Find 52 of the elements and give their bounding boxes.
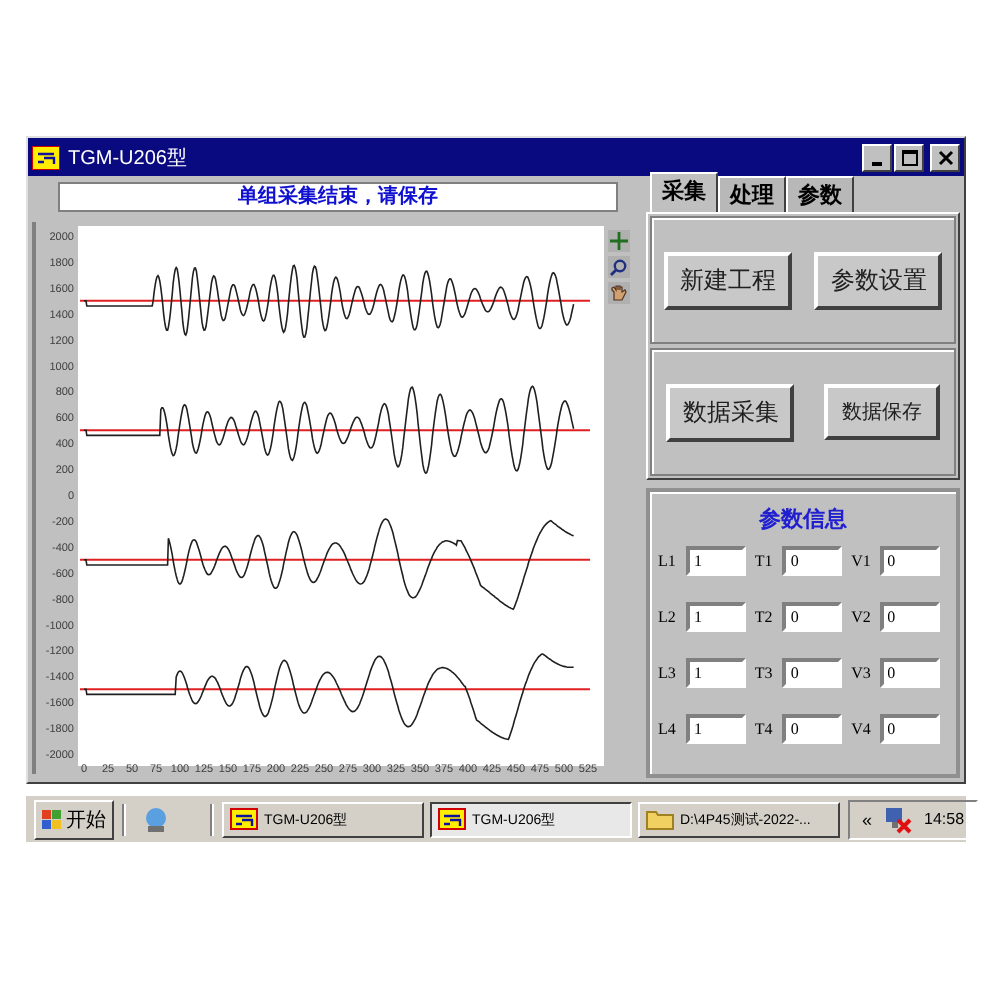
value-field[interactable]: 1 xyxy=(686,714,746,744)
tab[interactable]: 参数 xyxy=(786,176,854,212)
value-field[interactable]: 0 xyxy=(782,658,843,688)
value-field[interactable]: 1 xyxy=(686,602,746,632)
windows-logo-icon xyxy=(42,809,62,829)
field-label: L4 xyxy=(658,720,678,738)
tray-expand-button[interactable]: « xyxy=(862,809,873,829)
close-button[interactable] xyxy=(930,143,960,171)
field-label: T4 xyxy=(754,720,775,738)
maximize-button[interactable] xyxy=(894,143,924,171)
field-label: L1 xyxy=(658,552,678,570)
value-field[interactable]: 0 xyxy=(782,546,843,576)
value-field[interactable]: 0 xyxy=(782,714,843,744)
field-label: V2 xyxy=(851,608,873,626)
app-icon xyxy=(32,145,60,169)
action-button[interactable]: 新建工程 xyxy=(663,251,792,309)
action-button[interactable]: 参数设置 xyxy=(814,251,943,309)
close-icon xyxy=(937,149,953,165)
tab[interactable]: 采集 xyxy=(650,172,718,212)
field-label: L2 xyxy=(658,608,678,626)
action-button[interactable]: 数据采集 xyxy=(666,383,795,441)
value-field[interactable]: 0 xyxy=(782,602,843,632)
value-field[interactable]: 1 xyxy=(686,658,746,688)
field-label: T3 xyxy=(754,664,775,682)
value-field[interactable]: 0 xyxy=(879,602,940,632)
folder-icon xyxy=(646,808,674,830)
clock: 14:58 xyxy=(924,810,965,828)
field-label: V1 xyxy=(851,552,873,570)
field-label: T2 xyxy=(754,608,775,626)
value-field[interactable]: 0 xyxy=(879,658,940,688)
start-button[interactable]: 开始 xyxy=(34,799,114,839)
value-field[interactable]: 1 xyxy=(686,546,746,576)
zoom-tool-button[interactable] xyxy=(608,256,630,278)
action-button[interactable]: 数据保存 xyxy=(823,384,940,440)
tab[interactable]: 处理 xyxy=(718,176,786,212)
field-label: T1 xyxy=(754,552,775,570)
value-field[interactable]: 0 xyxy=(879,714,940,744)
hand-tool-button[interactable] xyxy=(608,282,630,304)
crosshair-tool-button[interactable] xyxy=(608,230,630,252)
value-field[interactable]: 0 xyxy=(879,546,940,576)
network-disconnected-icon[interactable] xyxy=(884,805,913,833)
app-icon xyxy=(438,808,466,830)
parameter-panel-title: 参数信息 xyxy=(759,505,847,534)
minimize-button[interactable] xyxy=(862,143,892,171)
field-label: V3 xyxy=(851,664,873,682)
minimize-icon xyxy=(872,161,882,165)
window-title: TGM-U206型 xyxy=(68,145,189,171)
app-icon xyxy=(230,808,258,830)
status-message-field: 单组采集结束，请保存 xyxy=(58,182,618,212)
field-label: L3 xyxy=(658,664,678,682)
maximize-icon xyxy=(901,149,917,165)
field-label: V4 xyxy=(851,720,873,738)
